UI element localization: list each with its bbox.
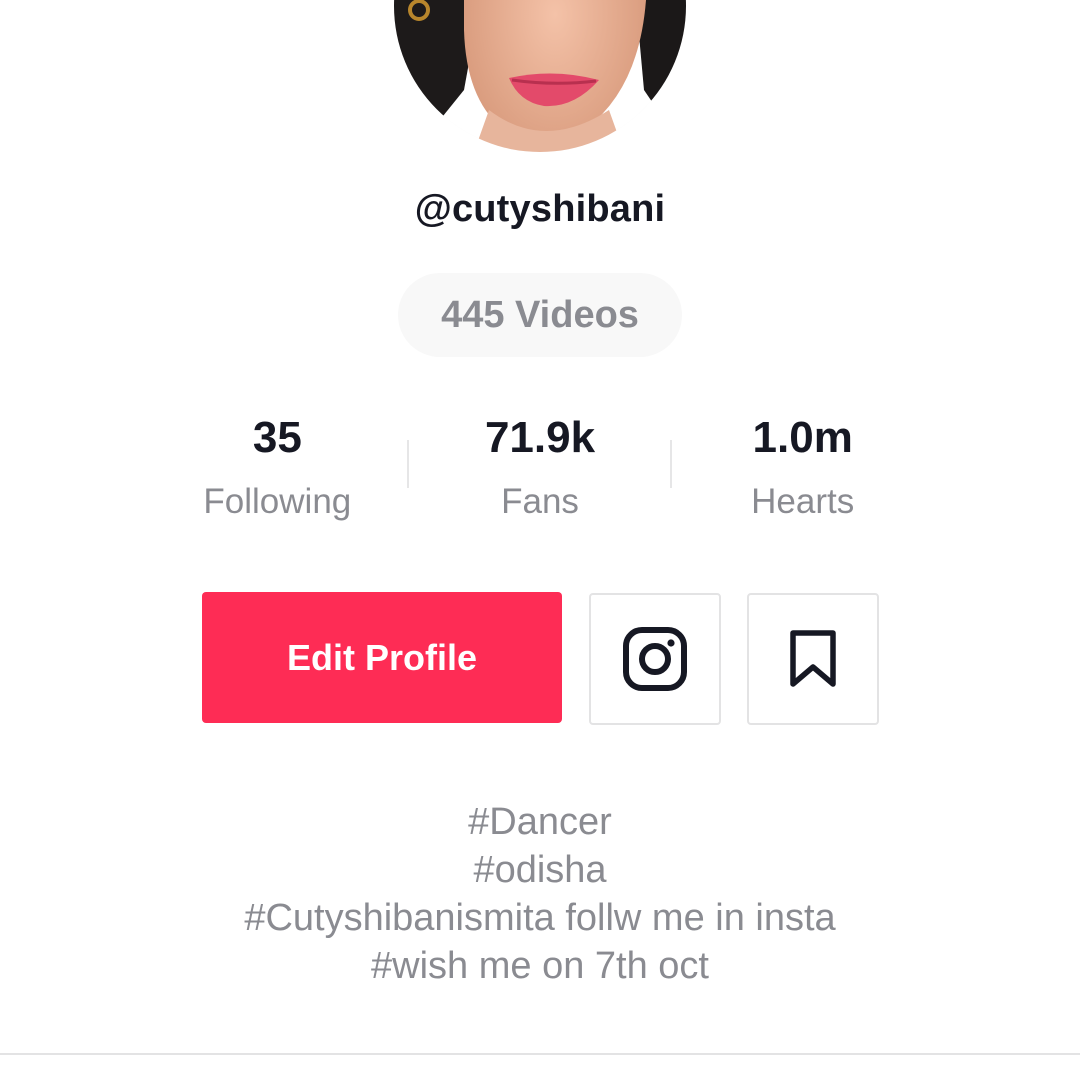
stat-following-value: 35 [252,413,302,462]
bio-line: #Cutyshibanismita follw me in insta [244,897,836,939]
stats-divider [670,440,672,488]
instagram-button[interactable] [589,593,721,725]
profile-avatar[interactable] [394,0,686,152]
edit-profile-button[interactable]: Edit Profile [202,592,562,723]
profile-stats: 35 Following 71.9k Fans 1.0m Hearts [146,406,934,536]
tab-divider [0,1053,1080,1055]
stat-hearts-label: Hearts [751,482,855,521]
stat-fans-value: 71.9k [484,413,596,462]
bio-line: #wish me on 7th oct [371,945,709,987]
profile-bio: #Dancer #odisha #Cutyshibanismita follw … [0,798,1080,990]
stat-hearts-value: 1.0m [752,413,853,462]
videos-count-pill[interactable]: 445 Videos [398,273,682,357]
stats-divider [407,440,409,488]
favorites-button[interactable] [747,593,879,725]
stat-fans[interactable]: 71.9k Fans [409,406,672,536]
bio-line: #odisha [473,849,607,891]
stat-hearts[interactable]: 1.0m Hearts [671,406,934,536]
profile-username: @cutyshibani [414,188,666,230]
instagram-icon [623,627,687,691]
stat-fans-label: Fans [501,482,579,521]
avatar-photo [394,0,686,152]
stat-following[interactable]: 35 Following [146,406,409,536]
bookmark-icon [790,630,836,687]
stat-following-label: Following [203,482,352,521]
bio-line: #Dancer [468,801,612,843]
